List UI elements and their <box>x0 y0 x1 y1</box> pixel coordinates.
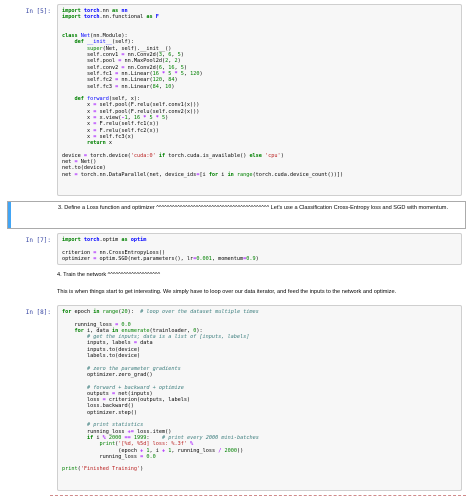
code-editor[interactable]: import torch.optim as optim criterion = … <box>57 233 462 265</box>
markdown-cell-text[interactable]: This is when things start to get interes… <box>57 289 460 297</box>
output-divider <box>50 495 466 496</box>
markdown-cell-selected[interactable]: 3. Define a Loss function and optimizer … <box>7 201 466 229</box>
selection-indicator <box>8 202 11 228</box>
markdown-paragraph: 4. Train the network ^^^^^^^^^^^^^^^^^^^… <box>57 272 161 278</box>
code-editor[interactable]: for epoch in range(20): # loop over the … <box>57 305 462 491</box>
notebook: In [5]: import torch.nn as nn import tor… <box>0 0 470 500</box>
code-cell-5[interactable]: In [5]: import torch.nn as nn import tor… <box>7 4 466 196</box>
markdown-paragraph: 3. Define a Loss function and optimizer … <box>58 205 449 211</box>
code-cell-8[interactable]: In [8]: for epoch in range(20): # loop o… <box>7 305 466 491</box>
code-text[interactable]: import torch.optim as optim criterion = … <box>58 234 461 265</box>
code-cell-7[interactable]: In [7]: import torch.optim as optim crit… <box>7 233 466 265</box>
input-prompt: In [7]: <box>25 237 51 244</box>
markdown-paragraph: This is when things start to get interes… <box>57 289 397 295</box>
markdown-text: 3. Define a Loss function and optimizer … <box>58 205 461 213</box>
markdown-cell-heading[interactable]: 4. Train the network ^^^^^^^^^^^^^^^^^^^… <box>57 272 466 280</box>
code-text[interactable]: for epoch in range(20): # loop over the … <box>58 306 461 476</box>
input-prompt: In [5]: <box>25 8 51 15</box>
input-prompt: In [8]: <box>25 309 51 316</box>
code-text[interactable]: import torch.nn as nn import torch.nn.fu… <box>58 5 461 181</box>
code-editor[interactable]: import torch.nn as nn import torch.nn.fu… <box>57 4 462 196</box>
